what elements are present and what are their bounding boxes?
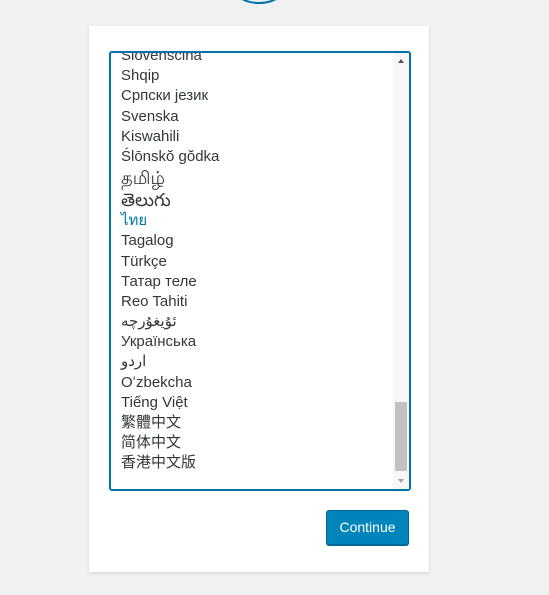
language-option[interactable]: Oʻzbekcha (121, 373, 389, 393)
list-scrollbar[interactable] (393, 53, 409, 489)
language-option[interactable]: Українська (121, 332, 389, 352)
language-option[interactable]: தமிழ் (121, 167, 389, 189)
language-option[interactable]: ئۇيغۇرچە (121, 312, 389, 332)
language-option[interactable]: 简体中文 (121, 433, 389, 453)
scroll-down-arrow-icon[interactable] (398, 479, 404, 483)
language-options: Slovenščina Shqip Српски језик Svenska K… (121, 53, 389, 474)
language-setup-panel: Slovenščina Shqip Српски језик Svenska K… (89, 26, 429, 572)
language-option[interactable]: Shqip (121, 66, 389, 86)
language-option[interactable]: Svenska (121, 107, 389, 127)
language-option[interactable]: తెలుగు (121, 189, 389, 211)
language-option[interactable]: 繁體中文 (121, 413, 389, 433)
language-option[interactable]: Tiếng Việt (121, 393, 389, 413)
continue-button[interactable]: Continue (326, 510, 409, 545)
language-select-list[interactable]: Slovenščina Shqip Српски језик Svenska K… (109, 51, 411, 491)
language-option[interactable]: اردو (121, 352, 389, 372)
language-option[interactable]: Српски језик (121, 86, 389, 106)
language-option[interactable]: Татар теле (121, 272, 389, 292)
language-option[interactable]: Tagalog (121, 231, 389, 251)
wordpress-logo-icon (229, 0, 289, 4)
language-option[interactable]: Ślōnskŏ gŏdka (121, 147, 389, 167)
language-option[interactable]: Kiswahili (121, 127, 389, 147)
scrollbar-thumb[interactable] (395, 402, 407, 471)
language-option[interactable]: 香港中文版 (121, 453, 389, 473)
language-option[interactable]: Türkçe (121, 252, 389, 272)
language-option[interactable]: Slovenščina (121, 53, 389, 66)
language-option-selected[interactable]: ไทย (121, 211, 389, 231)
language-option[interactable]: Reo Tahiti (121, 292, 389, 312)
scroll-up-arrow-icon[interactable] (398, 59, 404, 63)
